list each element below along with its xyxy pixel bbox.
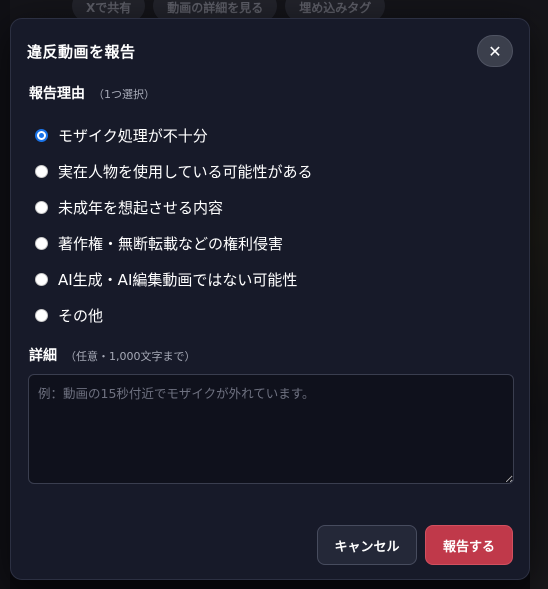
reason-option-other[interactable]: その他	[35, 297, 313, 333]
reason-option-mosaic[interactable]: モザイク処理が不十分	[35, 117, 313, 153]
background-right-strip	[530, 0, 548, 589]
radio-button[interactable]	[35, 272, 48, 286]
radio-button-checked[interactable]	[35, 128, 48, 142]
reason-option-minor[interactable]: 未成年を想起させる内容	[35, 189, 313, 225]
cancel-button[interactable]: キャンセル	[317, 525, 417, 565]
detail-label: 詳細	[29, 348, 57, 364]
radio-button[interactable]	[35, 308, 48, 322]
close-button[interactable]: ✕	[477, 35, 513, 67]
reason-option-copyright[interactable]: 著作権・無断転載などの権利侵害	[35, 225, 313, 261]
report-dialog: 違反動画を報告 ✕ 報告理由 （1つ選択） モザイク処理が不十分 実在人物を使用…	[10, 18, 530, 580]
close-icon: ✕	[488, 41, 502, 61]
radio-button[interactable]	[35, 164, 48, 178]
reason-option-label: AI生成・AI編集動画ではない可能性	[58, 270, 298, 289]
reason-option-not-ai[interactable]: AI生成・AI編集動画ではない可能性	[35, 261, 313, 297]
reason-section-label: 報告理由 （1つ選択）	[29, 83, 155, 103]
detail-section-label: 詳細 （任意・1,000文字まで）	[29, 345, 196, 365]
reason-option-label: 未成年を想起させる内容	[58, 198, 224, 217]
reason-option-label: 実在人物を使用している可能性がある	[58, 162, 313, 181]
reason-option-real-person[interactable]: 実在人物を使用している可能性がある	[35, 153, 313, 189]
reason-option-label: 著作権・無断転載などの権利侵害	[58, 234, 284, 253]
background-left-strip	[0, 0, 10, 589]
reason-option-label: モザイク処理が不十分	[58, 126, 208, 145]
reason-label: 報告理由	[29, 86, 85, 102]
dialog-title: 違反動画を報告	[27, 43, 136, 61]
reason-option-label: その他	[58, 306, 104, 325]
radio-button[interactable]	[35, 200, 48, 214]
reason-options: モザイク処理が不十分 実在人物を使用している可能性がある 未成年を想起させる内容…	[35, 117, 313, 333]
radio-button[interactable]	[35, 236, 48, 250]
detail-hint: （任意・1,000文字まで）	[65, 350, 196, 363]
detail-textarea[interactable]	[28, 374, 514, 484]
reason-hint: （1つ選択）	[93, 88, 155, 101]
submit-report-button[interactable]: 報告する	[425, 525, 513, 565]
